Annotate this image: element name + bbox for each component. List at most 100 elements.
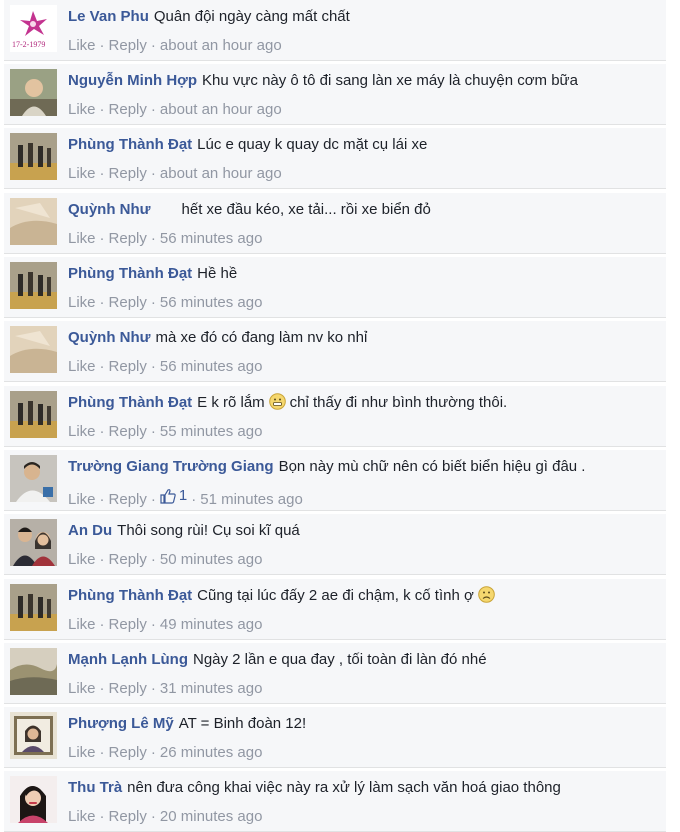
avatar[interactable] <box>10 455 57 502</box>
avatar[interactable] <box>10 198 57 245</box>
like-link[interactable]: Like <box>68 808 96 825</box>
comment-list: 17-2-1979 Le Van Phu Quân đội ngày càng m… <box>0 0 680 832</box>
comment-timestamp[interactable]: 56 minutes ago <box>160 358 263 375</box>
comment-author-link[interactable]: Phùng Thành Đạt <box>68 136 192 153</box>
reply-link[interactable]: Reply <box>109 101 147 118</box>
comment-author-link[interactable]: Trường Giang Trường Giang <box>68 458 274 475</box>
separator: · <box>99 101 105 118</box>
separator: · <box>150 423 156 440</box>
comment-author-link[interactable]: Quỳnh Như <box>68 329 151 346</box>
reply-link[interactable]: Reply <box>109 294 147 311</box>
comment-author-link[interactable]: Phượng Lê Mỹ <box>68 715 174 732</box>
comment-author-link[interactable]: An Du <box>68 522 112 539</box>
reply-link[interactable]: Reply <box>109 165 147 182</box>
comment-text: E k rõ lắm <box>197 394 265 411</box>
reply-link[interactable]: Reply <box>109 616 147 633</box>
reply-link[interactable]: Reply <box>109 680 147 697</box>
avatar[interactable] <box>10 712 57 759</box>
like-link[interactable]: Like <box>68 294 96 311</box>
comment-author-link[interactable]: Nguyễn Minh Hợp <box>68 72 197 89</box>
separator: · <box>191 491 197 508</box>
comment-timestamp[interactable]: about an hour ago <box>160 101 282 118</box>
comment-timestamp[interactable]: 56 minutes ago <box>160 294 263 311</box>
comment-text: Hề hề <box>197 265 238 282</box>
comment-item: Phùng Thành Đạt Lúc e quay k quay dc mặt … <box>4 128 666 189</box>
avatar[interactable] <box>10 262 57 309</box>
like-link[interactable]: Like <box>68 165 96 182</box>
separator: · <box>99 230 105 247</box>
comment-timestamp[interactable]: 49 minutes ago <box>160 616 263 633</box>
like-link[interactable]: Like <box>68 491 96 508</box>
like-count-number: 1 <box>178 487 188 504</box>
comment-text: Lúc e quay k quay dc mặt cụ lái xe <box>197 136 428 153</box>
reply-link[interactable]: Reply <box>109 491 147 508</box>
separator: · <box>99 551 105 568</box>
like-link[interactable]: Like <box>68 101 96 118</box>
comment-item: Nguyễn Minh Hợp Khu vực này ô tô đi sang … <box>4 64 666 125</box>
comment-author-link[interactable]: Phùng Thành Đạt <box>68 265 192 282</box>
reply-link[interactable]: Reply <box>109 358 147 375</box>
comment-author-link[interactable]: Le Van Phu <box>68 8 149 25</box>
like-link[interactable]: Like <box>68 551 96 568</box>
comment-author-link[interactable]: Phùng Thành Đạt <box>68 587 192 604</box>
reply-link[interactable]: Reply <box>109 744 147 761</box>
comment-timestamp[interactable]: 51 minutes ago <box>200 491 303 508</box>
comment-item: Phùng Thành Đạt Hề hề Like · Reply · 56 minut… <box>4 257 666 318</box>
comment-author-link[interactable]: Thu Trà <box>68 779 122 796</box>
comment-timestamp[interactable]: about an hour ago <box>160 37 282 54</box>
separator: · <box>150 230 156 247</box>
like-link[interactable]: Like <box>68 616 96 633</box>
avatar[interactable] <box>10 648 57 695</box>
comment-timestamp[interactable]: 31 minutes ago <box>160 680 263 697</box>
avatar[interactable] <box>10 133 57 180</box>
comment-timestamp[interactable]: 50 minutes ago <box>160 551 263 568</box>
separator: · <box>150 808 156 825</box>
comment-timestamp[interactable]: 20 minutes ago <box>160 808 263 825</box>
avatar[interactable] <box>10 776 57 823</box>
reply-link[interactable]: Reply <box>109 808 147 825</box>
separator: · <box>99 680 105 697</box>
reply-link[interactable]: Reply <box>109 423 147 440</box>
comment-item: Quỳnh Như mà xe đó có đang làm nv ko nhỉ … <box>4 321 666 382</box>
avatar[interactable] <box>10 519 57 566</box>
comment-item: Thu Trà nên đưa công khai việc này ra xử … <box>4 771 666 832</box>
comment-timestamp[interactable]: about an hour ago <box>160 165 282 182</box>
reply-link[interactable]: Reply <box>109 37 147 54</box>
comment-text: Quân đội ngày càng mất chất <box>153 8 350 25</box>
comment-timestamp[interactable]: 56 minutes ago <box>160 230 263 247</box>
like-count[interactable]: 1 <box>160 486 187 506</box>
avatar[interactable] <box>10 584 57 631</box>
separator: · <box>99 358 105 375</box>
comment-text: mà xe đó có đang làm nv ko nhỉ <box>155 329 368 346</box>
like-link[interactable]: Like <box>68 744 96 761</box>
separator: · <box>99 37 105 54</box>
comment-text: hết xe đầu kéo, xe tải... rồi xe biển đỏ <box>181 201 431 218</box>
like-link[interactable]: Like <box>68 680 96 697</box>
avatar[interactable]: 17-2-1979 <box>10 5 57 52</box>
comment-text: Bọn này mù chữ nên có biết biển hiệu gì … <box>278 458 586 475</box>
separator: · <box>99 616 105 633</box>
comment-text: Thôi song rùi! Cụ soi kĩ quá <box>117 522 300 539</box>
separator: · <box>99 165 105 182</box>
like-link[interactable]: Like <box>68 230 96 247</box>
like-link[interactable]: Like <box>68 37 96 54</box>
like-link[interactable]: Like <box>68 358 96 375</box>
avatar[interactable] <box>10 326 57 373</box>
separator: · <box>150 616 156 633</box>
thumbs-up-icon <box>160 489 176 504</box>
comment-author-link[interactable]: Quỳnh Như <box>68 201 151 218</box>
comment-text: Ngày 2 lần e qua đay , tối toàn đi làn đ… <box>192 651 487 668</box>
like-link[interactable]: Like <box>68 423 96 440</box>
comment-timestamp[interactable]: 26 minutes ago <box>160 744 263 761</box>
comment-timestamp[interactable]: 55 minutes ago <box>160 423 263 440</box>
comment-author-link[interactable]: Mạnh Lạnh Lùng <box>68 651 188 668</box>
separator: · <box>99 294 105 311</box>
frown-emoji-icon <box>478 586 495 603</box>
reply-link[interactable]: Reply <box>109 230 147 247</box>
comment-text: nên đưa công khai việc này ra xử lý làm … <box>127 779 561 796</box>
avatar[interactable] <box>10 69 57 116</box>
comment-author-link[interactable]: Phùng Thành Đạt <box>68 394 192 411</box>
reply-link[interactable]: Reply <box>109 551 147 568</box>
avatar[interactable] <box>10 391 57 438</box>
comment-item: An Du Thôi song rùi! Cụ soi kĩ quá Like · R… <box>4 514 666 575</box>
